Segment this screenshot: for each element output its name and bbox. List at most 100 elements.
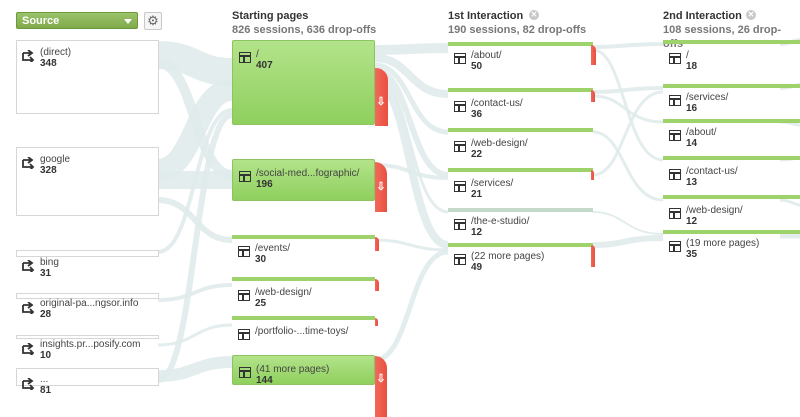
- source-node[interactable]: [16, 40, 159, 114]
- column-summary: 190 sessions, 82 drop-offs: [448, 24, 587, 36]
- page-node[interactable]: (22 more pages) 49: [448, 243, 593, 273]
- page-count: 18: [686, 61, 698, 72]
- page-path: /web-design/: [255, 287, 312, 298]
- page-path: /portfolio-...time-toys/: [255, 326, 349, 337]
- page-item: /social-med...fographic/ 196: [256, 168, 359, 190]
- page-node[interactable]: /social-med...fographic/ 196: [232, 159, 375, 201]
- page-icon: [669, 208, 681, 219]
- page-node[interactable]: /services/ 21: [448, 168, 593, 200]
- page-path: /: [256, 49, 259, 60]
- page-icon: [669, 241, 681, 252]
- page-node[interactable]: / 407: [232, 40, 375, 125]
- page-item: /about/ 14: [686, 127, 717, 149]
- page-item: / 18: [686, 50, 697, 72]
- source-node[interactable]: [16, 147, 159, 216]
- drop-off-bar[interactable]: [375, 237, 379, 251]
- page-path: /services/: [686, 92, 729, 103]
- page-item: (22 more pages) 49: [471, 251, 544, 273]
- page-path: /events/: [255, 243, 291, 254]
- page-icon: [454, 101, 466, 112]
- page-item: /services/ 16: [686, 92, 728, 114]
- drop-off-bar[interactable]: ⇩: [375, 356, 387, 417]
- drop-off-bar[interactable]: ⇩: [375, 162, 387, 212]
- source-dimension-label: Source: [22, 15, 60, 27]
- source-count: 28: [40, 309, 52, 320]
- page-icon: [238, 246, 250, 257]
- page-node[interactable]: /about/ 50: [448, 42, 593, 72]
- source-dimension-select[interactable]: Source: [16, 12, 138, 29]
- drop-off-arrow-icon: ⇩: [376, 373, 386, 385]
- arrow-right-icon: [22, 343, 35, 355]
- source-count: 348: [40, 58, 57, 69]
- close-icon[interactable]: ✕: [746, 10, 756, 20]
- source-count: 81: [40, 385, 52, 396]
- drop-off-bar[interactable]: [375, 279, 379, 291]
- page-path: (41 more pages): [256, 364, 330, 375]
- page-item: (19 more pages) 35: [686, 238, 759, 260]
- arrow-right-icon: [22, 378, 35, 390]
- page-node[interactable]: / 18: [663, 40, 800, 72]
- page-node[interactable]: /events/ 30: [232, 235, 375, 265]
- page-node[interactable]: /about/ 14: [663, 119, 800, 149]
- source-label: bing: [40, 257, 59, 268]
- page-node[interactable]: /web-design/ 12: [663, 195, 800, 227]
- arrow-right-icon: [22, 302, 35, 314]
- source-label: original-pa...ngsor.info: [40, 298, 139, 309]
- source-label: google: [40, 154, 71, 165]
- source-node[interactable]: [16, 368, 159, 386]
- page-path: /contact-us/: [686, 166, 738, 177]
- source-item: (direct) 348: [40, 47, 71, 69]
- source-node[interactable]: [16, 250, 159, 257]
- page-path: /web-design/: [686, 205, 743, 216]
- close-icon[interactable]: ✕: [529, 10, 539, 20]
- column-title: 2nd Interaction: [663, 10, 742, 22]
- page-node[interactable]: /contact-us/ 13: [663, 156, 800, 188]
- page-item: /portfolio-...time-toys/: [255, 326, 348, 337]
- column-title: 1st Interaction: [448, 10, 524, 22]
- source-count: 31: [40, 268, 52, 279]
- page-count: 407: [256, 60, 273, 71]
- page-count: 12: [471, 227, 483, 238]
- page-item: / 407: [256, 49, 273, 71]
- page-count: 36: [471, 109, 483, 120]
- page-icon: [669, 53, 681, 64]
- page-path: (19 more pages): [686, 238, 760, 249]
- page-path: /about/: [471, 50, 502, 61]
- page-node[interactable]: /portfolio-...time-toys/: [232, 316, 375, 344]
- page-node[interactable]: /the-e-studio/ 12: [448, 208, 593, 238]
- page-item: /web-design/ 25: [255, 287, 312, 309]
- drop-off-bar[interactable]: [591, 90, 595, 102]
- source-label: ...: [40, 374, 49, 385]
- drop-off-bar[interactable]: [375, 318, 378, 326]
- page-count: 22: [471, 149, 483, 160]
- page-path: /web-design/: [471, 138, 528, 149]
- page-node[interactable]: (19 more pages) 35: [663, 230, 800, 260]
- page-node[interactable]: /web-design/ 25: [232, 277, 375, 309]
- drop-off-bar[interactable]: [591, 45, 596, 65]
- page-path: /about/: [686, 127, 717, 138]
- page-item: /contact-us/ 36: [471, 98, 523, 120]
- drop-off-arrow-icon: ⇩: [376, 96, 386, 108]
- page-item: /services/ 21: [471, 178, 513, 200]
- gear-icon[interactable]: ⚙: [144, 12, 162, 30]
- page-icon: [454, 53, 466, 64]
- drop-off-bar[interactable]: ⇩: [375, 68, 388, 126]
- page-node[interactable]: /services/ 16: [663, 84, 800, 114]
- page-item: /the-e-studio/ 12: [471, 216, 529, 238]
- page-icon: [239, 52, 251, 63]
- page-count: 13: [686, 177, 698, 188]
- page-icon: [454, 254, 466, 265]
- page-count: 16: [686, 103, 698, 114]
- page-node[interactable]: /web-design/ 22: [448, 128, 593, 160]
- chevron-down-icon: [124, 19, 132, 24]
- page-node[interactable]: /contact-us/ 36: [448, 88, 593, 120]
- page-item: /web-design/ 22: [471, 138, 528, 160]
- page-node[interactable]: (41 more pages) 144: [232, 355, 375, 386]
- page-icon: [669, 95, 681, 106]
- drop-off-bar[interactable]: [591, 170, 594, 180]
- drop-off-bar[interactable]: [591, 245, 595, 267]
- page-item: /events/ 30: [255, 243, 290, 265]
- column-header-first-interaction: 1st Interaction 190 sessions, 82 drop-of…: [448, 9, 586, 37]
- arrow-right-icon: [22, 50, 35, 62]
- page-count: 25: [255, 298, 267, 309]
